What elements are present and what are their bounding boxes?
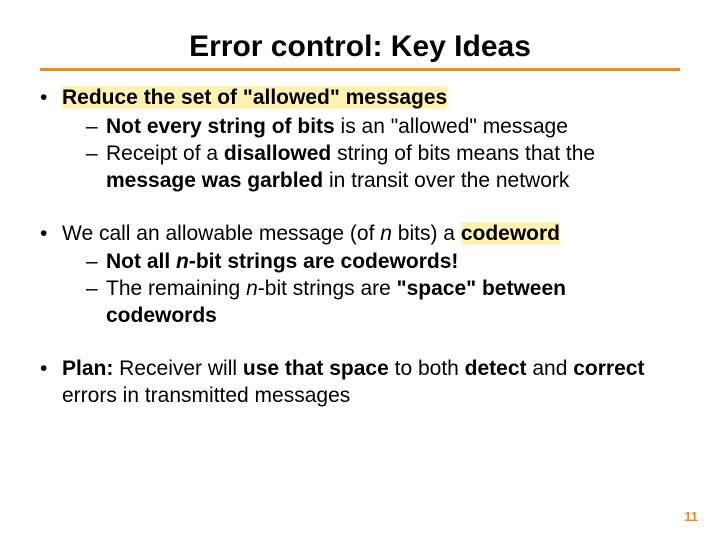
bullet-3: Plan: Receiver will use that space to bo… bbox=[40, 356, 680, 410]
text: to both bbox=[389, 357, 465, 380]
text: Not every string of bits bbox=[106, 115, 335, 138]
page-number: 11 bbox=[684, 509, 698, 524]
text: Plan: bbox=[62, 357, 113, 380]
text: disallowed bbox=[224, 142, 331, 165]
text: Receiver will bbox=[113, 357, 243, 380]
text: correct bbox=[573, 357, 644, 380]
bullet-2-sublist: Not all n-bit strings are codewords! The… bbox=[86, 249, 680, 330]
title-underline bbox=[40, 68, 680, 71]
text: bits) a bbox=[392, 222, 461, 245]
slide: Error control: Key Ideas Reduce the set … bbox=[0, 0, 720, 540]
text: The remaining bbox=[106, 277, 246, 300]
bullet-1-sublist: Not every string of bits is an "allowed"… bbox=[86, 114, 680, 195]
text: detect bbox=[465, 357, 527, 380]
text: string of bits means that the bbox=[331, 142, 595, 165]
bullet-2-sub-1: Not all n-bit strings are codewords! bbox=[86, 249, 680, 276]
text: and bbox=[527, 357, 574, 380]
text: n bbox=[380, 222, 392, 245]
slide-title: Error control: Key Ideas bbox=[40, 30, 680, 64]
bullet-list: Reduce the set of "allowed" messages Not… bbox=[40, 85, 680, 410]
text: message was garbled bbox=[106, 169, 323, 192]
bullet-1: Reduce the set of "allowed" messages Not… bbox=[40, 85, 680, 195]
text: is an "allowed" message bbox=[335, 115, 568, 138]
text: Receipt of a bbox=[106, 142, 224, 165]
text: We call an allowable message (of bbox=[62, 222, 380, 245]
text: use that space bbox=[243, 357, 389, 380]
bullet-1-lead: Reduce the set of "allowed" messages bbox=[62, 86, 447, 109]
text: errors in transmitted messages bbox=[62, 384, 350, 407]
bullet-2: We call an allowable message (of n bits)… bbox=[40, 221, 680, 331]
text: -bit strings are bbox=[258, 277, 397, 300]
codeword-hl: codeword bbox=[461, 222, 560, 245]
text: in transit over the network bbox=[323, 169, 569, 192]
bullet-1-sub-1: Not every string of bits is an "allowed"… bbox=[86, 114, 680, 141]
bullet-1-sub-2: Receipt of a disallowed string of bits m… bbox=[86, 141, 680, 195]
bullet-2-sub-2: The remaining n-bit strings are "space" … bbox=[86, 276, 680, 330]
text: n bbox=[246, 277, 258, 300]
